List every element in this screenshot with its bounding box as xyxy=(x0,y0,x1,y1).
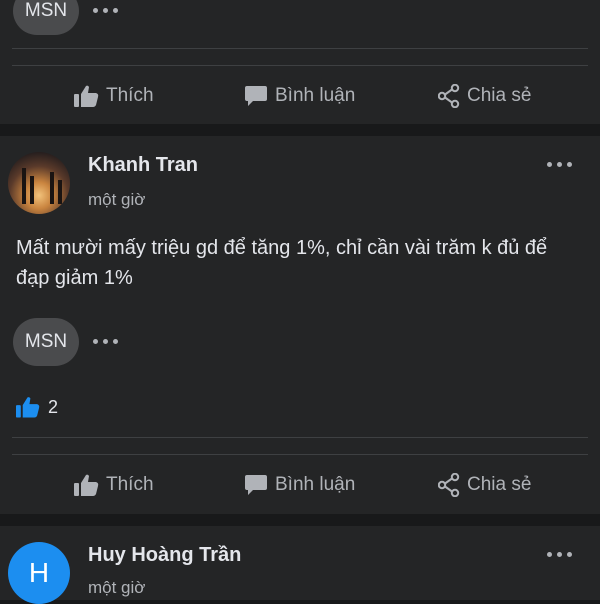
more-options-icon[interactable] xyxy=(93,339,118,344)
share-button[interactable]: Chia sẻ xyxy=(438,76,531,116)
avatar[interactable] xyxy=(8,152,70,214)
comment-label: Bình luận xyxy=(275,474,356,495)
divider xyxy=(12,65,588,66)
msn-reaction-label: MSN xyxy=(24,331,68,352)
like-button[interactable]: Thích xyxy=(74,465,154,505)
share-icon xyxy=(438,473,460,497)
comment-button[interactable]: Bình luận xyxy=(244,76,355,116)
author-name[interactable]: Huy Hoàng Trần xyxy=(88,544,241,567)
share-label: Chia sẻ xyxy=(467,85,532,106)
divider xyxy=(12,48,588,49)
thumbs-up-icon xyxy=(16,397,40,418)
feed-gap xyxy=(0,124,600,136)
post-card-previous: MSN Thích Bình luận Chia sẻ xyxy=(0,0,600,124)
divider xyxy=(12,454,588,455)
like-count-value: 2 xyxy=(48,396,59,417)
post-text: Mất mười mấy triệu gd để tăng 1%, chỉ cầ… xyxy=(16,237,548,289)
msn-reaction-chip[interactable]: MSN xyxy=(13,0,79,35)
feed-gap xyxy=(0,514,600,526)
share-button[interactable]: Chia sẻ xyxy=(438,465,531,505)
avatar[interactable]: H xyxy=(8,542,70,604)
comment-label: Bình luận xyxy=(275,85,356,106)
more-options-icon[interactable] xyxy=(547,552,572,557)
share-icon xyxy=(438,84,460,108)
divider xyxy=(12,437,588,438)
more-options-icon[interactable] xyxy=(547,162,572,167)
avatar-letter: H xyxy=(28,557,50,588)
comment-icon xyxy=(245,475,267,495)
like-button[interactable]: Thích xyxy=(74,76,154,116)
msn-reaction-chip[interactable]: MSN xyxy=(13,318,79,366)
like-label: Thích xyxy=(106,85,154,106)
post-time[interactable]: một giờ xyxy=(88,190,145,210)
post-card: Khanh Tran một giờ Mất mười mấy triệu gd… xyxy=(0,136,600,514)
like-label: Thích xyxy=(106,474,154,495)
thumbs-up-icon xyxy=(74,85,99,107)
more-options-icon[interactable] xyxy=(93,8,118,13)
comment-button[interactable]: Bình luận xyxy=(244,465,355,505)
author-name[interactable]: Khanh Tran xyxy=(88,154,198,177)
thumbs-up-icon xyxy=(74,474,99,496)
post-card-next: H Huy Hoàng Trần một giờ xyxy=(0,526,600,604)
share-label: Chia sẻ xyxy=(467,474,532,495)
msn-reaction-label: MSN xyxy=(24,0,68,21)
post-time[interactable]: một giờ xyxy=(88,578,145,598)
comment-icon xyxy=(245,86,267,106)
like-count[interactable]: 2 xyxy=(16,396,58,418)
